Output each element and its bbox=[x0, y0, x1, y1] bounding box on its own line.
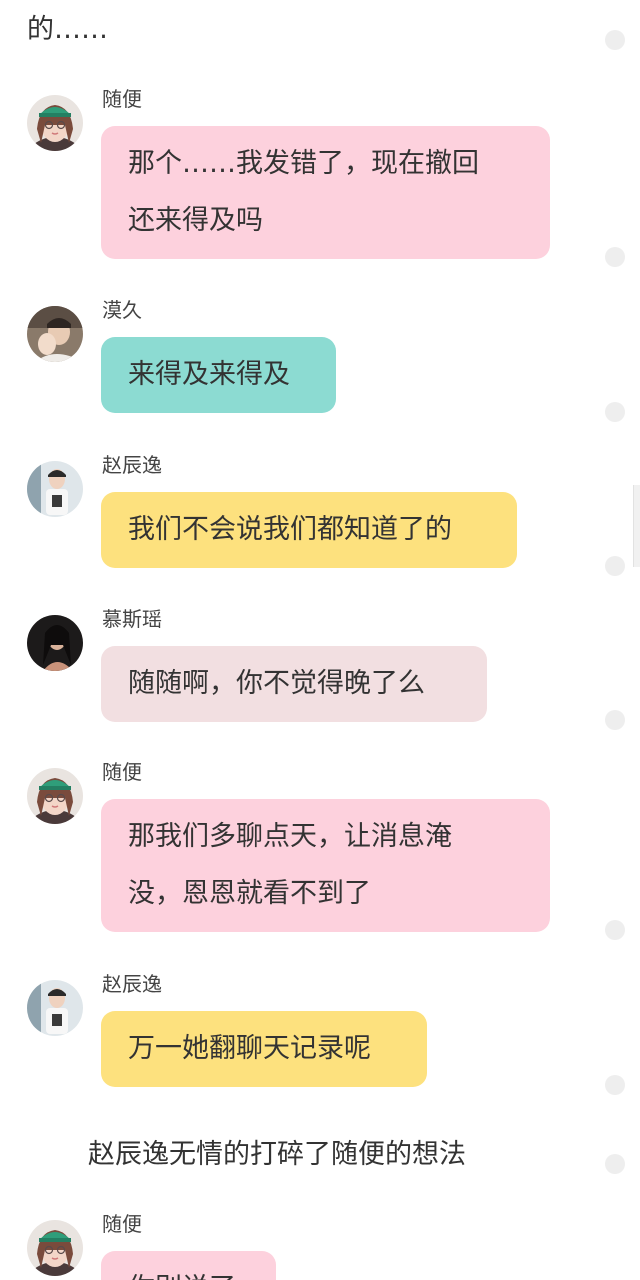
sender-name: 赵辰逸 bbox=[102, 453, 162, 477]
message-bubble[interactable]: 万一她翻聊天记录呢 bbox=[101, 1011, 427, 1087]
side-dot-marker bbox=[605, 1154, 625, 1174]
girl-green-cap-avatar[interactable] bbox=[27, 768, 83, 824]
message-bubble[interactable]: 随随啊，你不觉得晚了么 bbox=[101, 646, 487, 722]
girl-dark-hair-avatar[interactable] bbox=[27, 615, 83, 671]
boy-white-shirt-avatar[interactable] bbox=[27, 980, 83, 1036]
girl-green-cap-avatar[interactable] bbox=[27, 95, 83, 151]
scrollbar-handle[interactable] bbox=[633, 485, 640, 567]
girl-green-cap-avatar[interactable] bbox=[27, 1220, 83, 1276]
message-bubble[interactable]: 那个……我发错了，现在撤回 还来得及吗 bbox=[101, 126, 550, 259]
boy-hand-face-avatar[interactable] bbox=[27, 306, 83, 362]
sender-name: 随便 bbox=[102, 87, 142, 111]
side-dot-marker bbox=[605, 247, 625, 267]
sender-name: 慕斯瑶 bbox=[102, 607, 162, 631]
previous-message-tail: 的…… bbox=[27, 14, 108, 45]
sender-name: 随便 bbox=[102, 760, 142, 784]
sender-name: 随便 bbox=[102, 1212, 142, 1236]
side-dot-marker bbox=[605, 402, 625, 422]
message-bubble[interactable]: 你别说了 bbox=[101, 1251, 276, 1280]
chat-screen: 的…… 随便 那个……我发错了，现在撤回 还来得及吗 漠久 来得及来得及 赵辰逸… bbox=[0, 0, 640, 1280]
side-dot-marker bbox=[605, 1075, 625, 1095]
side-dot-marker bbox=[605, 920, 625, 940]
side-dot-marker bbox=[605, 556, 625, 576]
message-bubble[interactable]: 那我们多聊点天，让消息淹 没，恩恩就看不到了 bbox=[101, 799, 550, 932]
message-bubble[interactable]: 来得及来得及 bbox=[101, 337, 336, 413]
boy-white-shirt-avatar[interactable] bbox=[27, 461, 83, 517]
narration-text: 赵辰逸无情的打碎了随便的想法 bbox=[88, 1139, 466, 1170]
sender-name: 赵辰逸 bbox=[102, 972, 162, 996]
sender-name: 漠久 bbox=[102, 298, 142, 322]
side-dot-marker bbox=[605, 710, 625, 730]
message-bubble[interactable]: 我们不会说我们都知道了的 bbox=[101, 492, 517, 568]
side-dot-marker bbox=[605, 30, 625, 50]
